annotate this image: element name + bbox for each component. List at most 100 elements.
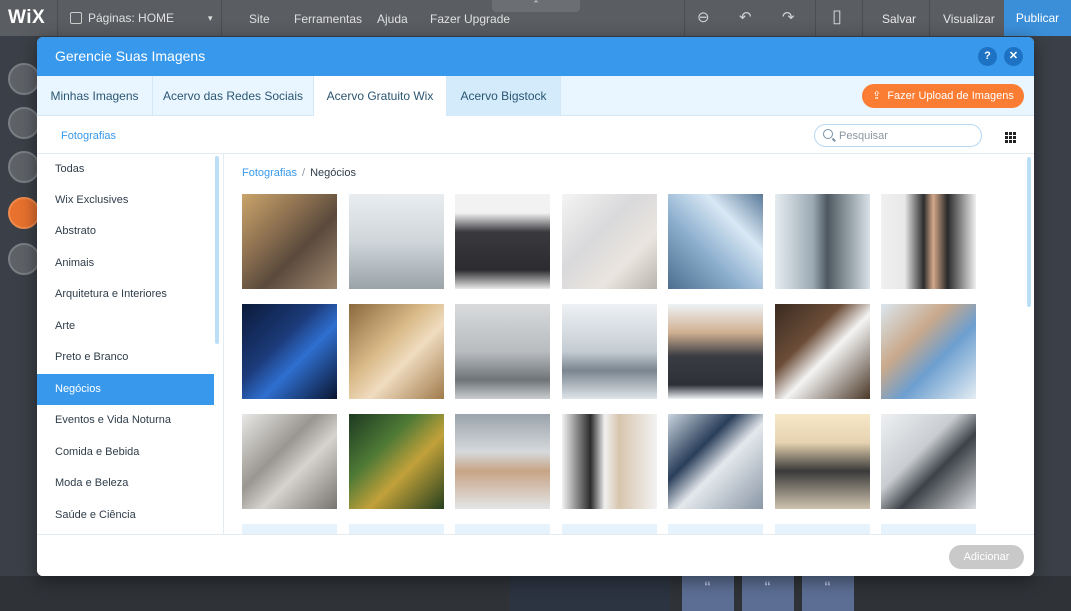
category-list: Todas Wix Exclusives Abstrato Animais Ar… — [37, 154, 223, 534]
quote-icon: “ — [704, 578, 711, 594]
editor-canvas: “ “ “ — [0, 576, 1071, 611]
source-tabs: Minhas Imagens Acervo das Redes Sociais … — [37, 76, 1034, 116]
image-thumbnail-loading[interactable] — [881, 524, 976, 534]
divider — [862, 0, 863, 36]
preview-button[interactable]: Visualizar — [943, 12, 995, 26]
image-thumbnail[interactable] — [242, 414, 337, 509]
tab-bigstock[interactable]: Acervo Bigstock — [447, 76, 561, 116]
image-thumbnail[interactable] — [775, 194, 870, 289]
undo-icon[interactable]: ↶ — [739, 8, 752, 26]
scrollbar-thumb[interactable] — [215, 156, 219, 344]
upload-cloud-icon[interactable] — [8, 197, 40, 229]
pages-label: Páginas: HOME — [88, 11, 175, 25]
add-icon[interactable] — [8, 107, 40, 139]
category-item[interactable]: Arquitetura e Interiores — [37, 279, 214, 310]
help-icon[interactable]: ? — [978, 47, 997, 66]
image-thumbnail[interactable] — [349, 304, 444, 399]
divider — [929, 0, 930, 36]
image-thumbnail[interactable] — [775, 304, 870, 399]
image-thumbnail-loading[interactable] — [668, 524, 763, 534]
image-thumbnail[interactable] — [349, 414, 444, 509]
grid-view-icon[interactable] — [1005, 132, 1016, 143]
divider — [221, 0, 222, 36]
menu-site[interactable]: Site — [249, 12, 270, 26]
image-thumbnail[interactable] — [349, 194, 444, 289]
category-item[interactable]: Preto e Branco — [37, 342, 214, 373]
tab-social-media[interactable]: Acervo das Redes Sociais — [153, 76, 314, 116]
image-thumbnail[interactable] — [881, 414, 976, 509]
zoom-icon[interactable]: ⊖ — [697, 8, 710, 26]
save-button[interactable]: Salvar — [882, 12, 916, 26]
mobile-view-icon[interactable]: ▯ — [832, 6, 842, 27]
image-thumbnail[interactable] — [775, 414, 870, 509]
breadcrumb: Fotografias / Negócios — [242, 167, 356, 179]
upload-label: Fazer Upload de Imagens — [887, 90, 1014, 102]
search-input[interactable] — [839, 128, 975, 144]
canvas-section — [510, 576, 670, 611]
testimonial-card: “ — [742, 576, 794, 611]
breadcrumb-separator: / — [302, 167, 306, 179]
tab-wix-free-stock[interactable]: Acervo Gratuito Wix — [314, 76, 447, 116]
category-item[interactable]: Wix Exclusives — [37, 185, 214, 216]
dialog-footer: Adicionar — [37, 534, 1034, 576]
image-thumbnail[interactable] — [455, 414, 550, 509]
image-thumbnail[interactable] — [881, 304, 976, 399]
section-title: Fotografias — [61, 130, 117, 142]
category-item[interactable]: Animais — [37, 248, 214, 279]
blog-icon[interactable] — [8, 243, 40, 275]
add-button[interactable]: Adicionar — [949, 545, 1024, 569]
upload-images-button[interactable]: ⇪ Fazer Upload de Imagens — [862, 84, 1024, 108]
image-thumbnail[interactable] — [668, 194, 763, 289]
upload-icon: ⇪ — [872, 90, 882, 102]
wix-logo: WiX — [8, 7, 46, 28]
app-market-icon[interactable] — [8, 151, 40, 183]
category-item[interactable]: Moda e Beleza — [37, 468, 214, 499]
image-thumbnail[interactable] — [562, 304, 657, 399]
breadcrumb-root-link[interactable]: Fotografias — [242, 167, 297, 179]
category-item[interactable]: Saúde e Ciência — [37, 500, 214, 531]
image-thumbnail[interactable] — [455, 194, 550, 289]
image-thumbnail[interactable] — [881, 194, 976, 289]
divider — [57, 0, 58, 36]
pages-dropdown[interactable]: Páginas: HOME ▾ — [70, 11, 213, 25]
search-icon — [823, 129, 833, 139]
image-thumbnail[interactable] — [562, 194, 657, 289]
category-item-selected[interactable]: Negócios — [37, 374, 214, 405]
image-thumbnail[interactable] — [562, 414, 657, 509]
close-icon[interactable]: ✕ — [1004, 47, 1023, 66]
testimonial-card: “ — [682, 576, 734, 611]
collapse-topbar-button[interactable]: ⌃ — [492, 0, 580, 12]
image-thumbnail-loading[interactable] — [242, 524, 337, 534]
image-thumbnail-loading[interactable] — [775, 524, 870, 534]
menu-help[interactable]: Ajuda — [377, 12, 408, 26]
breadcrumb-current: Negócios — [310, 167, 356, 179]
category-item[interactable]: Arte — [37, 311, 214, 342]
image-thumbnail[interactable] — [242, 194, 337, 289]
panel-divider — [223, 154, 224, 534]
image-thumbnail-loading[interactable] — [455, 524, 550, 534]
testimonial-card: “ — [802, 576, 854, 611]
category-item[interactable]: Eventos e Vida Noturna — [37, 405, 214, 436]
image-thumbnail[interactable] — [668, 414, 763, 509]
image-grid-scrollbar[interactable] — [1027, 157, 1031, 307]
image-thumbnail[interactable] — [242, 304, 337, 399]
image-thumbnail-loading[interactable] — [562, 524, 657, 534]
category-item[interactable]: Comida e Bebida — [37, 437, 214, 468]
pages-panel-icon[interactable] — [8, 63, 40, 95]
search-box[interactable] — [814, 124, 982, 147]
menu-tools[interactable]: Ferramentas — [294, 12, 362, 26]
publish-button[interactable]: Publicar — [1004, 0, 1071, 36]
menu-upgrade[interactable]: Fazer Upgrade — [430, 12, 510, 26]
editor-topbar: WiX Páginas: HOME ▾ Site Ferramentas Aju… — [0, 0, 1071, 36]
redo-icon[interactable]: ↷ — [782, 8, 795, 26]
category-item[interactable]: Todas — [37, 154, 214, 185]
image-grid — [242, 194, 1002, 534]
category-item[interactable]: Abstrato — [37, 216, 214, 247]
pages-icon — [70, 12, 82, 24]
chevron-down-icon: ▾ — [208, 12, 213, 23]
category-scrollbar[interactable] — [215, 154, 219, 534]
image-thumbnail[interactable] — [668, 304, 763, 399]
tab-my-images[interactable]: Minhas Imagens — [37, 76, 153, 116]
image-thumbnail[interactable] — [455, 304, 550, 399]
image-thumbnail-loading[interactable] — [349, 524, 444, 534]
